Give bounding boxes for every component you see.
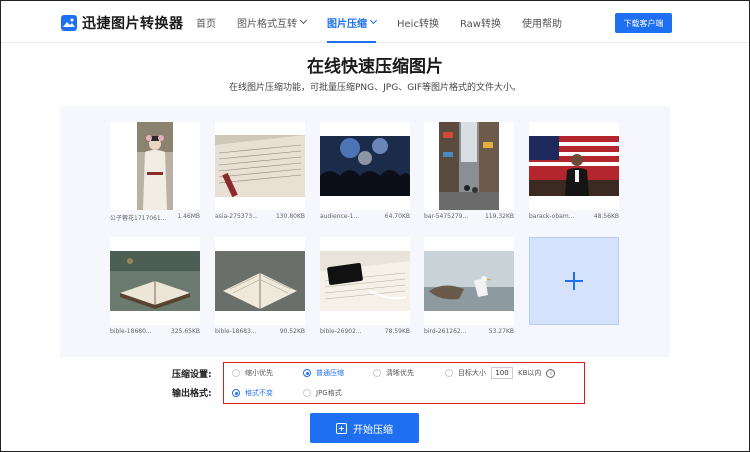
image-meta: bible-18680... 325.65KB <box>110 328 200 335</box>
image-name: audience-1... <box>320 213 360 220</box>
page-subtitle: 在线图片压缩功能，可批量压缩PNG、JPG、GIF等图片格式的文件大小。 <box>229 83 521 93</box>
nav-item-format-convert[interactable]: 图片格式互转 <box>237 1 308 43</box>
nav-item-compress[interactable]: 图片压缩 <box>327 1 378 43</box>
nav-label: 图片压缩 <box>327 18 367 30</box>
logo-text: 迅捷图片转换器 <box>82 16 184 32</box>
image-size: 53.27KB <box>488 328 514 335</box>
compress-settings-label: 压缩设置: <box>172 370 212 380</box>
nav-item-help[interactable]: 使用帮助 <box>522 1 562 43</box>
nav-label: 使用帮助 <box>522 18 562 30</box>
main-nav: 首页 图片格式互转 图片压缩 Heic转换 Raw转换 使用帮助 <box>196 1 583 43</box>
nav-label: 图片格式互转 <box>237 18 297 30</box>
plus-icon <box>565 272 583 290</box>
image-size: 48.56KB <box>593 213 619 220</box>
image-meta: asia-275373... 130.80KB <box>215 213 305 220</box>
nav-item-raw[interactable]: Raw转换 <box>460 1 501 43</box>
image-thumbnail <box>215 122 305 210</box>
image-meta: barack-obam... 48.56KB <box>529 213 619 220</box>
image-thumbnail <box>320 237 410 325</box>
option-smallest-first[interactable]: 缩小优先 <box>232 368 273 378</box>
option-keep-format[interactable]: 格式不变 <box>232 388 273 398</box>
nav-label: 首页 <box>196 18 216 30</box>
image-meta: bible-18683... 90.52KB <box>215 328 305 335</box>
compress-icon <box>336 422 347 434</box>
info-icon[interactable]: i <box>546 368 556 378</box>
nav-label: Heic转换 <box>397 18 439 30</box>
image-card[interactable]: bird-261262... 53.27KB <box>424 237 514 335</box>
chevron-down-icon <box>369 16 378 25</box>
image-size: 90.52KB <box>279 328 305 335</box>
target-size-input[interactable]: 100 <box>491 367 513 379</box>
add-image-button[interactable] <box>529 237 619 325</box>
image-name: bible-26902... <box>320 328 362 335</box>
logo[interactable]: 迅捷图片转换器 <box>61 13 184 33</box>
image-size: 119.32KB <box>484 213 514 220</box>
option-clarity-first[interactable]: 清晰优先 <box>373 368 414 378</box>
image-size: 78.59KB <box>384 328 410 335</box>
image-name: asia-275373... <box>215 213 258 220</box>
output-format-label: 输出格式: <box>172 389 212 399</box>
start-button-label: 开始压缩 <box>353 424 393 436</box>
radio-selected-icon <box>303 369 311 377</box>
image-thumbnail <box>424 237 514 325</box>
radio-icon <box>445 369 453 377</box>
radio-selected-icon <box>232 389 240 397</box>
nav-label: Raw转换 <box>459 18 501 30</box>
option-label: 目标大小 <box>458 369 486 377</box>
option-label: 格式不变 <box>245 389 273 397</box>
top-header: 迅捷图片转换器 首页 图片格式互转 图片压缩 Heic转换 Raw转换 使用帮助… <box>1 1 749 43</box>
option-label: 普通压缩 <box>316 369 344 377</box>
radio-icon <box>303 389 311 397</box>
image-name: 公子蓉花1717061... <box>110 215 167 222</box>
image-name: bird-261262... <box>424 328 467 335</box>
image-card[interactable]: 公子蓉花1717061... 1.46MB <box>110 122 200 222</box>
nav-item-heic[interactable]: Heic转换 <box>397 1 439 43</box>
start-compress-button[interactable]: 开始压缩 <box>310 413 419 443</box>
image-logo-icon <box>61 15 77 31</box>
option-label: 缩小优先 <box>245 369 273 377</box>
option-target-size[interactable]: 目标大小 100 KB以内 i <box>445 367 556 379</box>
image-thumbnail <box>110 122 200 210</box>
image-thumbnail <box>110 237 200 325</box>
download-client-button[interactable]: 下载客户端 <box>615 13 672 33</box>
image-thumbnail <box>529 122 619 210</box>
radio-icon <box>232 369 240 377</box>
image-size: 1.46MB <box>177 213 200 220</box>
image-size: 325.65KB <box>170 328 200 335</box>
image-card[interactable]: bible-18683... 90.52KB <box>215 237 305 335</box>
image-card[interactable]: bible-18680... 325.65KB <box>110 237 200 335</box>
image-meta: bible-26902... 78.59KB <box>320 328 410 335</box>
target-size-unit: KB以内 <box>518 369 542 377</box>
image-name: bible-18680... <box>110 328 152 335</box>
image-meta: bar-5475279... 119.32KB <box>424 213 514 220</box>
image-thumbnail <box>424 122 514 210</box>
image-name: barack-obam... <box>529 213 575 220</box>
image-name: bar-5475279... <box>424 213 469 220</box>
image-meta: bird-261262... 53.27KB <box>424 328 514 335</box>
radio-icon <box>373 369 381 377</box>
image-card[interactable]: bar-5475279... 119.32KB <box>424 122 514 220</box>
option-label: 清晰优先 <box>386 369 414 377</box>
image-meta: audience-1... 64.70KB <box>320 213 410 220</box>
chevron-down-icon <box>299 16 308 25</box>
image-card[interactable]: asia-275373... 130.80KB <box>215 122 305 220</box>
image-card[interactable]: bible-26902... 78.59KB <box>320 237 410 335</box>
option-jpg-format[interactable]: JPG格式 <box>303 388 342 398</box>
image-thumbnail <box>320 122 410 210</box>
option-label: JPG格式 <box>316 389 342 397</box>
option-normal-compress[interactable]: 普通压缩 <box>303 368 344 378</box>
image-thumbnail <box>215 237 305 325</box>
image-name: bible-18683... <box>215 328 257 335</box>
image-size: 130.80KB <box>275 213 305 220</box>
image-card[interactable]: audience-1... 64.70KB <box>320 122 410 220</box>
page-title: 在线快速压缩图片 <box>307 57 443 77</box>
nav-item-home[interactable]: 首页 <box>196 1 216 43</box>
image-meta: 公子蓉花1717061... 1.46MB <box>110 213 200 222</box>
image-size: 64.70KB <box>384 213 410 220</box>
image-card[interactable]: barack-obam... 48.56KB <box>529 122 619 220</box>
